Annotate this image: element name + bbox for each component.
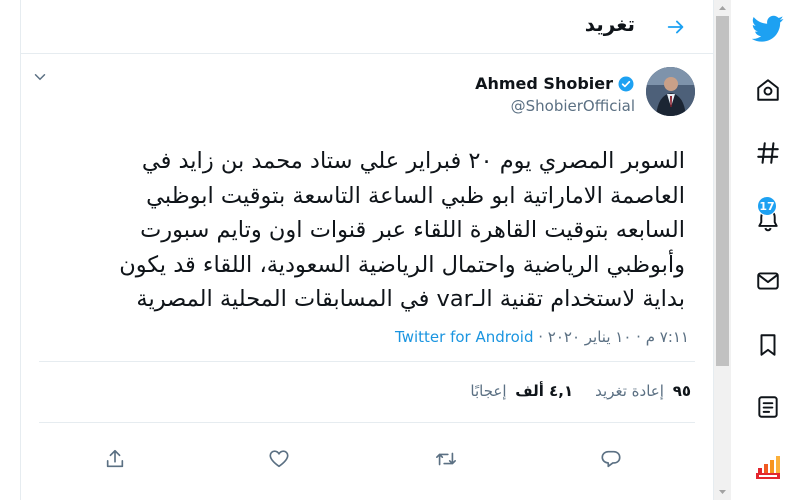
scroll-up-icon[interactable] [716, 3, 729, 13]
divider [39, 422, 695, 423]
page-title: تغريد [584, 12, 635, 36]
scroll-down-icon[interactable] [716, 487, 729, 497]
retweet-button[interactable] [426, 439, 466, 479]
tweet-stats: ٩٥ إعادة تغريد ٤,١ ألف إعجابًا [470, 382, 691, 400]
home-icon [757, 79, 779, 101]
profile-logo-icon [756, 456, 780, 479]
share-button[interactable] [95, 439, 135, 479]
like-heart-icon [269, 450, 289, 468]
author-info: Ahmed Shobier @ShobierOfficial [475, 74, 635, 115]
tweet-text: السوبر المصري يوم ٢٠ فبراير علي ستاد محم… [119, 148, 685, 312]
tweet-source[interactable]: Twitter for Android [395, 328, 533, 346]
lists-icon [758, 396, 778, 418]
retweets-stat[interactable]: ٩٥ إعادة تغريد [595, 382, 691, 400]
scrollbar-thumb[interactable] [716, 16, 729, 366]
reply-button[interactable] [591, 439, 631, 479]
likes-count: ٤,١ ألف [515, 382, 574, 400]
left-gutter [0, 0, 20, 500]
caret-down-icon [34, 74, 46, 81]
avatar[interactable] [646, 67, 695, 116]
back-arrow-icon [667, 20, 684, 34]
retweets-label: إعادة تغريد [595, 382, 664, 400]
like-button[interactable] [259, 439, 299, 479]
verified-badge-icon [618, 76, 634, 91]
retweets-count: ٩٥ [672, 382, 691, 400]
tweet-meta: ٧:١١ م · ١٠ يناير ٢٠٢٠ · Twitter for And… [361, 328, 689, 346]
likes-stat[interactable]: ٤,١ ألف إعجابًا [470, 382, 573, 400]
sidebar-item-lists[interactable] [753, 392, 783, 422]
tweet-menu-button[interactable] [31, 68, 51, 88]
reply-icon [601, 450, 621, 468]
notifications-badge: 17 [757, 196, 777, 216]
sidebar-item-messages[interactable] [753, 266, 783, 296]
header: تغريد [21, 0, 713, 54]
bookmarks-icon [760, 334, 776, 356]
retweet-icon [436, 452, 456, 466]
tweet-actions [21, 439, 713, 479]
sidebar-nav: 17 [731, 0, 800, 500]
divider [39, 361, 695, 362]
share-icon [106, 449, 124, 468]
sidebar-item-explore[interactable] [753, 138, 783, 168]
twitter-logo-icon [752, 15, 784, 42]
sidebar-item-profile[interactable] [752, 452, 784, 484]
sidebar-item-twitter-logo[interactable] [751, 12, 785, 46]
tweet-detail-column: تغريد Ahmed Shobier @ShobierOfficial الس… [20, 0, 714, 500]
avatar-image [646, 67, 695, 116]
tweet-time[interactable]: ٧:١١ م · ١٠ يناير ٢٠٢٠ [548, 328, 689, 346]
author-name[interactable]: Ahmed Shobier [475, 74, 613, 93]
author-handle[interactable]: @ShobierOfficial [475, 97, 635, 115]
sidebar-item-home[interactable] [753, 75, 783, 105]
meta-separator: · [533, 328, 548, 346]
explore-hash-icon [757, 142, 779, 164]
messages-mail-icon [757, 272, 779, 290]
sidebar-item-bookmarks[interactable] [753, 330, 783, 360]
likes-label: إعجابًا [470, 382, 507, 400]
back-button[interactable] [661, 12, 691, 42]
